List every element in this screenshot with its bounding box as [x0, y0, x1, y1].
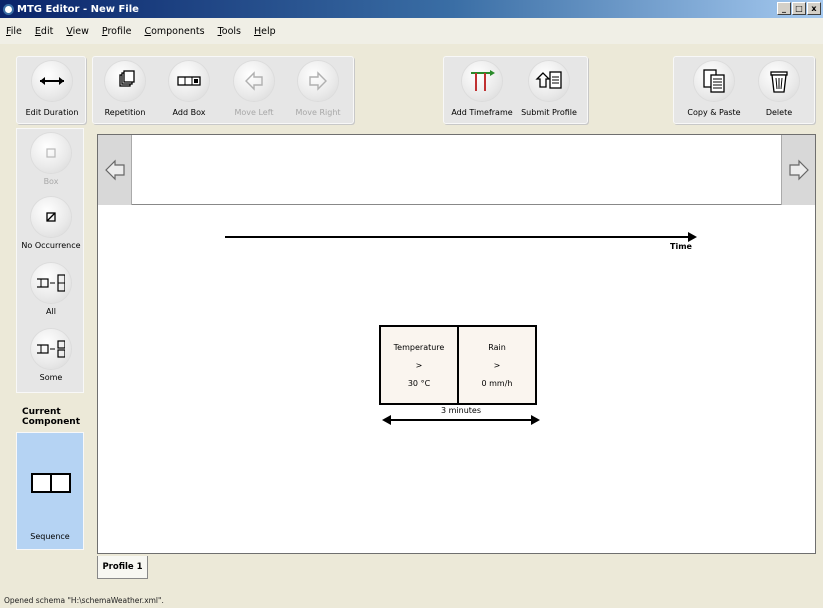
current-component-title-line1: Current: [22, 407, 61, 417]
condition-box-temperature[interactable]: Temperature > 30 °C: [379, 325, 459, 405]
window-title: MTG Editor - New File: [17, 3, 139, 15]
copy-paste-button[interactable]: Copy & Paste: [682, 57, 746, 125]
move-right-label: Move Right: [295, 108, 341, 117]
no-occurrence-icon: [31, 197, 71, 237]
menu-view[interactable]: View: [66, 26, 89, 37]
some-icon: [31, 329, 71, 369]
submit-profile-label: Submit Profile: [521, 108, 577, 117]
time-axis-label: Time: [670, 242, 692, 251]
repetition-icon: [105, 61, 145, 101]
all-component-label: All: [46, 307, 56, 316]
condition-value: 0 mm/h: [481, 379, 513, 388]
current-component-title: Current Component: [22, 407, 80, 427]
condition-operator: >: [493, 361, 501, 370]
arrow-left-icon: [105, 159, 125, 181]
profile-canvas[interactable]: Time Temperature > 30 °C Rain > 0 mm/h 3…: [97, 134, 816, 554]
move-right-button[interactable]: Move Right: [286, 57, 350, 125]
some-component-button[interactable]: Some: [17, 325, 85, 389]
time-axis: [225, 232, 697, 242]
close-button[interactable]: x: [807, 2, 821, 15]
condition-operator: >: [415, 361, 423, 370]
menu-help[interactable]: Help: [254, 26, 276, 37]
delete-button[interactable]: Delete: [747, 57, 811, 125]
arrow-right-icon: [298, 61, 338, 101]
duration-label: 3 minutes: [441, 406, 482, 415]
status-bar: Opened schema "H:\schemaWeather.xml".: [4, 596, 164, 605]
some-component-label: Some: [39, 373, 63, 382]
box-component-label: Box: [43, 177, 59, 186]
toolbar-group-profile: Add Timeframe Submit Profile: [443, 56, 588, 124]
duration-arrow[interactable]: [382, 415, 540, 425]
condition-box-rain[interactable]: Rain > 0 mm/h: [457, 325, 537, 405]
condition-name: Rain: [488, 343, 506, 352]
add-timeframe-icon: [462, 61, 502, 101]
current-component-name: Sequence: [30, 532, 70, 541]
menu-profile[interactable]: Profile: [102, 26, 132, 37]
repetition-button[interactable]: Repetition: [93, 57, 157, 125]
menu-bar: File Edit View Profile Components Tools …: [0, 18, 823, 44]
menu-components[interactable]: Components: [144, 26, 204, 37]
scroll-right-button[interactable]: [781, 135, 815, 205]
sequence-icon: [31, 473, 71, 493]
submit-profile-button[interactable]: Submit Profile: [517, 57, 581, 125]
condition-value: 30 °C: [407, 379, 431, 388]
box-icon: [31, 133, 71, 173]
minimize-button[interactable]: _: [777, 2, 791, 15]
arrow-left-icon: [234, 61, 274, 101]
all-icon: [31, 263, 71, 303]
add-box-icon: [169, 61, 209, 101]
add-timeframe-label: Add Timeframe: [451, 108, 513, 117]
scroll-left-button[interactable]: [98, 135, 132, 205]
tab-profile-1[interactable]: Profile 1: [97, 556, 148, 579]
delete-label: Delete: [765, 108, 793, 117]
arrow-right-icon: [789, 159, 809, 181]
move-left-button[interactable]: Move Left: [222, 57, 286, 125]
copy-paste-icon: [694, 61, 734, 101]
title-bar: MTG Editor - New File _ □ x: [0, 0, 823, 18]
components-panel: Box No Occurrence All Some: [16, 128, 84, 393]
current-component-panel[interactable]: Sequence: [16, 432, 84, 550]
duration-arrow-icon: [32, 61, 72, 101]
toolbar-group-duration: Edit Duration: [16, 56, 86, 124]
menu-edit[interactable]: Edit: [35, 26, 53, 37]
trash-icon: [759, 61, 799, 101]
condition-name: Temperature: [393, 343, 445, 352]
edit-duration-button[interactable]: Edit Duration: [20, 57, 84, 125]
add-box-button[interactable]: Add Box: [157, 57, 221, 125]
menu-tools[interactable]: Tools: [218, 26, 241, 37]
edit-duration-label: Edit Duration: [25, 108, 79, 117]
all-component-button[interactable]: All: [17, 259, 85, 323]
box-component-button[interactable]: Box: [17, 129, 85, 193]
submit-profile-icon: [529, 61, 569, 101]
no-occurrence-button[interactable]: No Occurrence: [17, 193, 85, 257]
menu-file[interactable]: File: [6, 26, 22, 37]
no-occurrence-label: No Occurrence: [21, 241, 81, 250]
timeframe-navigation: [98, 135, 815, 205]
maximize-button[interactable]: □: [792, 2, 806, 15]
current-component-title-line2: Component: [22, 417, 81, 427]
add-timeframe-button[interactable]: Add Timeframe: [450, 57, 514, 125]
window-controls: _ □ x: [777, 2, 821, 15]
toolbar-group-edit: Copy & Paste Delete: [673, 56, 815, 124]
toolbar-group-box: Repetition Add Box Move Left Move Right: [92, 56, 354, 124]
app-icon: [3, 3, 14, 15]
